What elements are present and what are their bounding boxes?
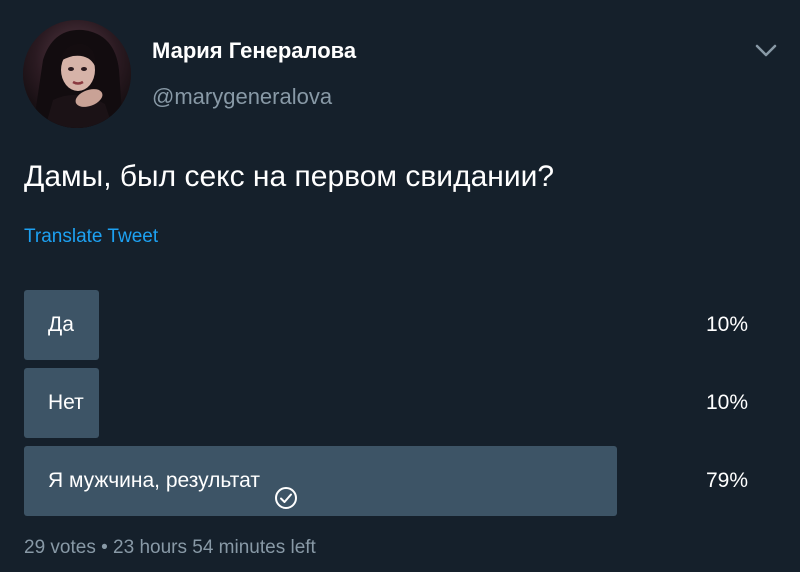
tweet-card: Мария Генералова @marygeneralova Дамы, б…	[0, 0, 800, 572]
check-circle-icon	[274, 469, 298, 509]
poll-option-label: Нет	[48, 368, 84, 438]
tweet-text: Дамы, был секс на первом свидании?	[24, 160, 555, 193]
poll-option-percent: 79%	[705, 469, 748, 492]
poll-meta: 29 votes • 23 hours 54 minutes left	[24, 537, 316, 559]
poll-option-label: Я мужчина, результат	[48, 446, 298, 516]
chevron-down-icon[interactable]	[752, 38, 780, 62]
poll-option-percent: 10%	[705, 391, 748, 414]
poll-option-text: Я мужчина, результат	[48, 469, 260, 492]
translate-tweet-link[interactable]: Translate Tweet	[24, 226, 158, 248]
poll-option-text: Нет	[48, 391, 84, 414]
avatar[interactable]	[23, 20, 131, 128]
poll-option-3: Я мужчина, результат 79%	[24, 446, 754, 516]
poll-votes: 29 votes	[24, 537, 96, 558]
poll-time-left: 23 hours 54 minutes left	[113, 537, 316, 558]
poll-option-text: Да	[48, 313, 74, 336]
avatar-image	[23, 20, 131, 128]
author-handle[interactable]: @marygeneralova	[152, 84, 332, 110]
author-name[interactable]: Мария Генералова	[152, 38, 356, 64]
poll-option-2: Нет 10%	[24, 368, 754, 438]
poll-option-percent: 10%	[705, 313, 748, 336]
poll-separator: •	[101, 537, 108, 558]
poll-option-label: Да	[48, 290, 74, 360]
poll-option-1: Да 10%	[24, 290, 754, 360]
